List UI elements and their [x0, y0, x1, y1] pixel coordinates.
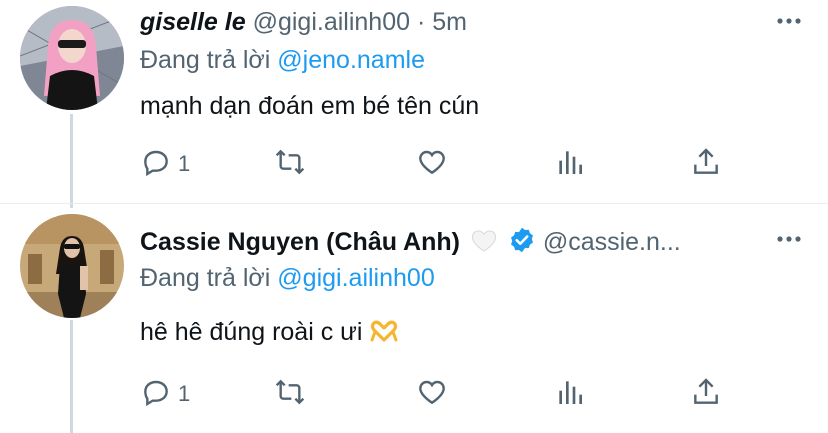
analytics-button[interactable] — [554, 374, 586, 414]
retweet-icon — [274, 376, 306, 413]
tweet-text: mạnh dạn đoán em bé tên cún — [140, 92, 480, 120]
separator: · — [416, 8, 426, 36]
timestamp[interactable]: 5m — [432, 8, 467, 36]
more-icon[interactable] — [774, 6, 804, 43]
white-heart-icon — [467, 228, 508, 256]
tweet-header: giselle le @gigi.ailinh00 · 5m — [140, 8, 768, 37]
replying-prefix: Đang trả lời — [140, 46, 271, 74]
reply-count: 1 — [178, 381, 191, 406]
display-name[interactable]: Cassie Nguyen (Châu Anh) — [140, 228, 460, 256]
tweet[interactable]: giselle le @gigi.ailinh00 · 5m Đang trả … — [0, 0, 828, 204]
reply-count: 1 — [178, 151, 191, 176]
mention-link[interactable]: @jeno.namle — [277, 46, 425, 74]
like-button[interactable] — [416, 144, 448, 184]
mention-link[interactable]: @gigi.ailinh00 — [277, 264, 434, 292]
avatar[interactable] — [20, 6, 124, 110]
tweet-text-container: hê hê đúng roài c ưi — [140, 318, 399, 347]
like-icon — [416, 146, 448, 183]
replying-to: Đang trả lời @gigi.ailinh00 — [140, 264, 435, 293]
retweet-button[interactable] — [274, 144, 306, 184]
share-button[interactable] — [690, 374, 722, 414]
avatar-image — [20, 214, 124, 318]
display-name[interactable]: giselle le — [140, 8, 246, 36]
user-handle[interactable]: @cassie.n... — [543, 228, 681, 256]
share-icon — [690, 146, 722, 183]
avatar[interactable] — [20, 214, 124, 318]
analytics-icon — [554, 376, 586, 413]
like-icon — [416, 376, 448, 413]
more-icon[interactable] — [774, 224, 804, 261]
share-button[interactable] — [690, 144, 722, 184]
verified-icon — [508, 227, 543, 256]
retweet-icon — [274, 146, 306, 183]
reply-icon — [140, 146, 172, 183]
analytics-button[interactable] — [554, 144, 586, 184]
share-icon — [690, 376, 722, 413]
user-handle[interactable]: @gigi.ailinh00 — [253, 8, 410, 36]
analytics-icon — [554, 146, 586, 183]
avatar-image — [20, 6, 124, 110]
action-bar: 1 — [140, 374, 740, 414]
like-button[interactable] — [416, 374, 448, 414]
reply-icon — [140, 376, 172, 413]
thread-line — [70, 320, 73, 433]
replying-to: Đang trả lời @jeno.namle — [140, 46, 425, 75]
heart-hands-icon — [369, 318, 399, 346]
replying-prefix: Đang trả lời — [140, 264, 271, 292]
tweet-text: hê hê đúng roài c ưi — [140, 318, 363, 346]
reply-button[interactable]: 1 — [140, 374, 190, 414]
retweet-button[interactable] — [274, 374, 306, 414]
reply-button[interactable]: 1 — [140, 144, 190, 184]
tweet-header: Cassie Nguyen (Châu Anh) @cassie.n... — [140, 226, 768, 257]
tweet[interactable]: Cassie Nguyen (Châu Anh) @cassie.n... Đa… — [0, 204, 828, 433]
action-bar: 1 — [140, 144, 740, 184]
